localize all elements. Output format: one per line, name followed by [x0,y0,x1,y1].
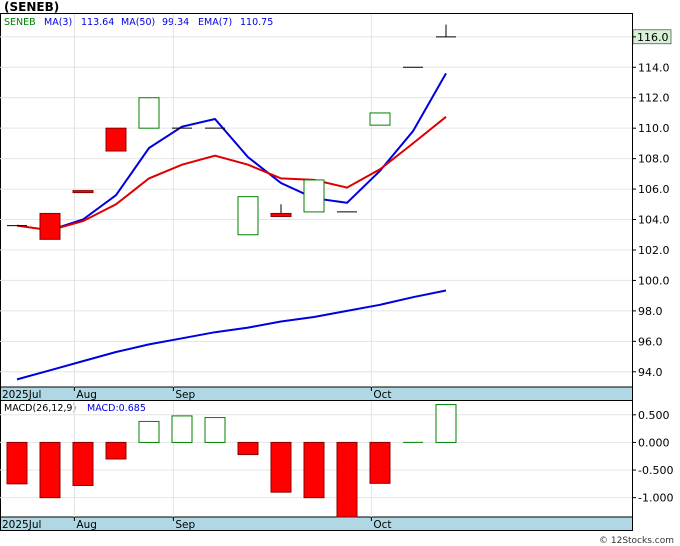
macd-bar-negative [72,441,94,487]
macd-bar-negative [105,441,127,460]
price-x-tick-label: 2025Jul [2,389,41,401]
stock-chart: (SENEB) SENEB MA(3) 113.64 MA(50) 99.34 … [0,0,674,546]
footer-credit: © 12Stocks.com [599,536,674,546]
legend-ma50-value: 99.34 [162,17,189,28]
macd-y-tick-label: -0.500 [638,464,673,477]
macd-bar-negative [369,441,391,484]
title-area: (SENEB) [4,0,59,14]
price-y-tick-label: 112.0 [638,92,670,105]
candle-down [105,127,127,152]
legend-ema7-label: EMA(7) [198,17,232,28]
macd-bar-positive [138,420,160,443]
price-x-tick-label: Aug [76,389,97,401]
price-y-tick-label: 94.0 [638,366,663,379]
legend-ma3-value: 113.64 [81,17,114,28]
macd-y-tick-label: 0.000 [638,436,670,449]
price-y-axis: 94.0 96.0 98.0 100.0 102.0 104.0 106.0 108.0 110… [632,36,670,379]
price-tag-label: 116.0 [637,31,669,44]
candle-down [39,212,61,240]
legend-ma50-label: MA(50) [121,17,155,28]
price-y-tick-label: 96.0 [638,335,663,348]
chart-title: (SENEB) [4,0,59,14]
macd-legend: MACD(26,12,9) MACD:0.685 [4,403,146,414]
macd-x-tick-label: 2025Jul [2,519,41,531]
price-y-tick-label: 114.0 [638,61,670,74]
candle-down [72,190,94,194]
price-y-tick-label: 100.0 [638,274,670,287]
macd-y-axis: 0.500 0.000 -0.500 -1.000 [632,409,673,505]
price-tag: 116.0 [632,29,672,45]
candle-down [270,212,292,217]
macd-y-tick-label: 0.500 [638,409,670,422]
price-x-tick-label: Oct [373,389,391,401]
macd-legend-label: MACD(26,12,9) [4,403,76,414]
legend-symbol: SENEB [4,17,36,28]
macd-bar-negative [39,441,61,499]
legend-ma3-label: MA(3) [44,17,72,28]
candle-up [303,179,325,213]
macd-bar-negative [336,441,358,518]
macd-bar-positive [435,404,457,443]
macd-bar-positive [204,417,226,443]
macd-bar-negative [6,441,28,485]
price-y-tick-label: 110.0 [638,122,670,135]
price-y-tick-label: 108.0 [638,153,670,166]
macd-x-tick-label: Aug [76,519,97,531]
macd-legend-value: MACD:0.685 [87,403,146,414]
macd-y-tick-label: -1.000 [638,492,673,505]
price-y-tick-label: 98.0 [638,305,663,318]
macd-bar-negative [237,441,259,456]
candle-up [138,97,160,129]
candle-up [237,196,259,236]
macd-x-tick-label: Oct [373,519,391,531]
macd-x-tick-label: Sep [175,519,195,531]
legend-ema7-value: 110.75 [240,17,273,28]
price-x-tick-label: Sep [175,389,195,401]
stock-chart-canvas: (SENEB) SENEB MA(3) 113.64 MA(50) 99.34 … [0,0,680,546]
macd-bar-positive [171,415,193,443]
candle-up [369,112,391,126]
price-y-tick-label: 106.0 [638,183,670,196]
macd-bar-negative [303,441,325,499]
price-y-tick-label: 102.0 [638,244,670,257]
price-y-tick-label: 104.0 [638,214,670,227]
macd-bar-negative [270,441,292,493]
